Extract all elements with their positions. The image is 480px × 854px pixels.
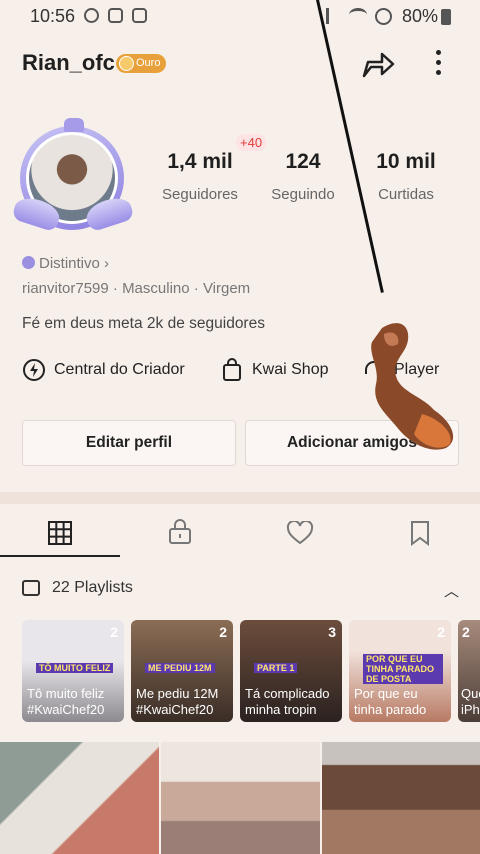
edit-profile-button[interactable]: Editar perfil: [22, 420, 236, 466]
bookmark-icon: [411, 521, 429, 546]
following-label: Seguindo: [271, 186, 335, 203]
grid-icon: [48, 521, 72, 545]
battery-icon: [441, 9, 451, 25]
shopping-bag-icon: [223, 358, 241, 381]
share-icon[interactable]: [360, 46, 396, 80]
playlist-card[interactable]: 2 ME PEDIU 12M Me pediu 12M #KwaiChef20: [131, 620, 233, 722]
avatar[interactable]: [11, 118, 135, 236]
lock-icon: [169, 519, 191, 544]
followers-label: Seguidores: [162, 186, 238, 203]
coin-icon: [119, 56, 134, 71]
video-thumbnail[interactable]: [0, 742, 159, 854]
status-time: 10:56: [30, 6, 76, 26]
battery-percent: 80%: [402, 6, 439, 26]
heart-icon: [286, 521, 314, 545]
playlist-card[interactable]: 2 TÔ MUITO FELIZ Tô muito feliz #KwaiChe…: [22, 620, 124, 722]
followers-count[interactable]: 1,4 mil: [145, 150, 255, 174]
instagram-icon: [108, 8, 123, 23]
username: Rian_ofc: [22, 50, 115, 75]
following-count[interactable]: 124: [248, 150, 358, 174]
tab-posts[interactable]: [0, 515, 120, 555]
tab-saved[interactable]: [360, 515, 480, 555]
mute-icon: [326, 8, 340, 24]
chevron-up-icon[interactable]: ︿: [444, 580, 459, 601]
avatar-frame-crown: [64, 118, 84, 132]
playlist-card[interactable]: 2 POR QUE EU TINHA PARADO DE POSTA Por q…: [349, 620, 451, 722]
instagram-icon: [132, 8, 147, 23]
profile-bio: Fé em deus meta 2k de seguidores: [22, 315, 265, 332]
likes-count[interactable]: 10 mil: [351, 150, 461, 174]
likes-label: Curtidas: [378, 186, 434, 203]
sticker-figure: [371, 323, 454, 450]
creator-center-shortcut[interactable]: Central do Criador: [22, 358, 202, 384]
profile-handle: rianvitor7599: [22, 280, 109, 297]
kwai-shop-shortcut[interactable]: Kwai Shop: [220, 358, 340, 384]
status-bar: 10:56 80%: [0, 0, 480, 34]
level-badge-label: Ouro: [136, 57, 161, 69]
profile-meta: rianvitor7599 · Masculino · Virgem: [22, 280, 251, 297]
tab-liked[interactable]: [240, 515, 360, 555]
distintivo-icon: [22, 256, 35, 269]
distintivo-link[interactable]: Distintivo ›: [22, 255, 109, 272]
profile-sign: Virgem: [202, 280, 251, 297]
level-badge[interactable]: Ouro: [116, 54, 167, 73]
section-divider: [0, 492, 480, 504]
do-not-disturb-icon: [375, 8, 392, 25]
profile-gender: Masculino: [122, 280, 190, 297]
more-options-icon[interactable]: [430, 48, 446, 78]
active-tab-indicator: [0, 555, 120, 557]
playlist-icon: [22, 580, 40, 596]
new-followers-badge: +40: [236, 134, 267, 151]
whatsapp-icon: [84, 8, 99, 23]
sticker-string: [316, 0, 384, 293]
playlist-card[interactable]: 3 PARTE 1 Tá complicado minha tropin: [240, 620, 342, 722]
playlists-header: 22 Playlists: [52, 579, 133, 596]
video-thumbnail[interactable]: [322, 742, 480, 854]
video-thumbnail[interactable]: [161, 742, 320, 854]
tab-private[interactable]: [120, 515, 240, 555]
lightning-icon: [23, 359, 45, 381]
wifi-icon: [349, 8, 367, 22]
playlist-card[interactable]: 2 Que iPh: [458, 620, 480, 722]
